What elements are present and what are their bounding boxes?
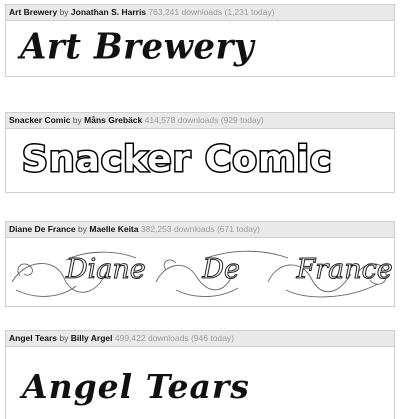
download-stats: 414,578 downloads (929 today) — [144, 115, 264, 125]
by-label: by — [59, 333, 69, 343]
font-card-header: Diane De France by Maelle Keita 382,253 … — [5, 221, 395, 237]
font-card-header: Angel Tears by Billy Argel 499,422 downl… — [5, 330, 395, 346]
font-card-header: Art Brewery by Jonathan S. Harris 763,24… — [5, 4, 395, 20]
by-label: by — [72, 115, 82, 125]
font-preview-text: Angel Tears — [22, 367, 250, 406]
font-card-art-brewery: Art Brewery by Jonathan S. Harris 763,24… — [5, 4, 395, 77]
font-preview-text: Art Brewery — [20, 26, 255, 68]
font-name-link[interactable]: Snacker Comic — [9, 115, 70, 125]
download-stats: 763,241 downloads (1,231 today) — [148, 7, 275, 17]
font-name-link[interactable]: Art Brewery — [9, 7, 57, 17]
font-preview-art-brewery[interactable]: Art Brewery — [5, 20, 395, 77]
font-preview-text: Diane De France — [66, 254, 394, 286]
font-preview-diane-de-france[interactable]: Diane De France — [5, 237, 395, 307]
author-link[interactable]: Billy Argel — [71, 333, 113, 343]
author-link[interactable]: Jonathan S. Harris — [71, 7, 146, 17]
author-link[interactable]: Maelle Keita — [89, 224, 138, 234]
author-link[interactable]: Måns Grebäck — [84, 115, 142, 125]
font-card-header: Snacker Comic by Måns Grebäck 414,578 do… — [5, 112, 395, 128]
font-name-link[interactable]: Diane De France — [9, 224, 76, 234]
font-preview-angel-tears[interactable]: Angel Tears — [5, 346, 395, 419]
by-label: by — [78, 224, 87, 234]
font-card-snacker-comic: Snacker Comic by Måns Grebäck 414,578 do… — [5, 112, 395, 193]
font-card-angel-tears: Angel Tears by Billy Argel 499,422 downl… — [5, 330, 395, 419]
download-stats: 382,253 downloads (671 today) — [140, 224, 260, 234]
by-label: by — [59, 7, 69, 17]
font-preview-snacker-comic[interactable]: Snacker Comic — [5, 128, 395, 193]
font-name-link[interactable]: Angel Tears — [9, 333, 57, 343]
font-card-diane-de-france: Diane De France by Maelle Keita 382,253 … — [5, 221, 395, 307]
font-preview-text: Snacker Comic — [20, 138, 333, 182]
download-stats: 499,422 downloads (946 today) — [114, 333, 234, 343]
